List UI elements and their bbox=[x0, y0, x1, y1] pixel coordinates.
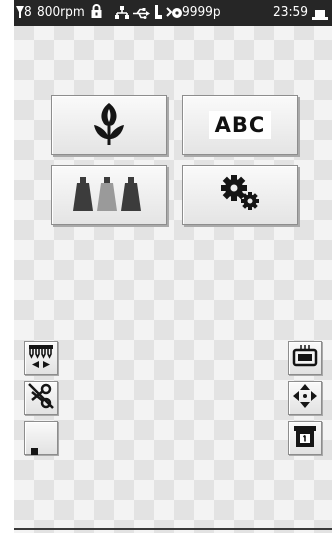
bobbin-icon bbox=[166, 6, 183, 23]
status-bar: 8 800rpm 9999p 23:59 bbox=[14, 0, 332, 26]
clock: 23:59 bbox=[273, 4, 308, 20]
settings-button[interactable] bbox=[182, 165, 298, 225]
gears-icon bbox=[218, 173, 262, 217]
stop-icon bbox=[31, 440, 38, 459]
needle-bars-icon bbox=[28, 343, 54, 373]
scissors-cancel-icon bbox=[27, 383, 55, 413]
move-arrows-icon bbox=[292, 383, 318, 413]
thread-colors-button[interactable] bbox=[51, 165, 167, 225]
thread-spools-icon bbox=[69, 175, 149, 215]
pattern-button[interactable] bbox=[51, 95, 167, 155]
abc-label: ABC bbox=[208, 111, 272, 139]
text-button[interactable]: ABC bbox=[182, 95, 298, 155]
network-icon bbox=[115, 6, 129, 23]
frame-view-button[interactable] bbox=[288, 341, 322, 375]
needle-icon bbox=[16, 6, 24, 22]
frame-move-button[interactable] bbox=[288, 381, 322, 415]
bottom-divider bbox=[14, 528, 332, 530]
usb-icon bbox=[133, 7, 150, 23]
device-screen: 8 800rpm 9999p 23:59 ABC bbox=[14, 0, 332, 533]
stop-button[interactable] bbox=[24, 421, 58, 455]
hoop-icon bbox=[292, 424, 318, 452]
needle-number: 8 bbox=[24, 4, 32, 20]
pen-icon bbox=[153, 5, 163, 24]
speed-readout: 800rpm bbox=[37, 4, 85, 20]
lock-icon bbox=[91, 4, 102, 22]
flower-icon bbox=[87, 99, 131, 151]
needle-bar-select-button[interactable] bbox=[24, 341, 58, 375]
trim-cancel-button[interactable] bbox=[24, 381, 58, 415]
hoop-select-button[interactable] bbox=[288, 421, 322, 455]
stitch-count: 9999p bbox=[182, 4, 221, 20]
battery-icon bbox=[312, 8, 328, 24]
embroidery-frame-icon bbox=[292, 344, 318, 372]
